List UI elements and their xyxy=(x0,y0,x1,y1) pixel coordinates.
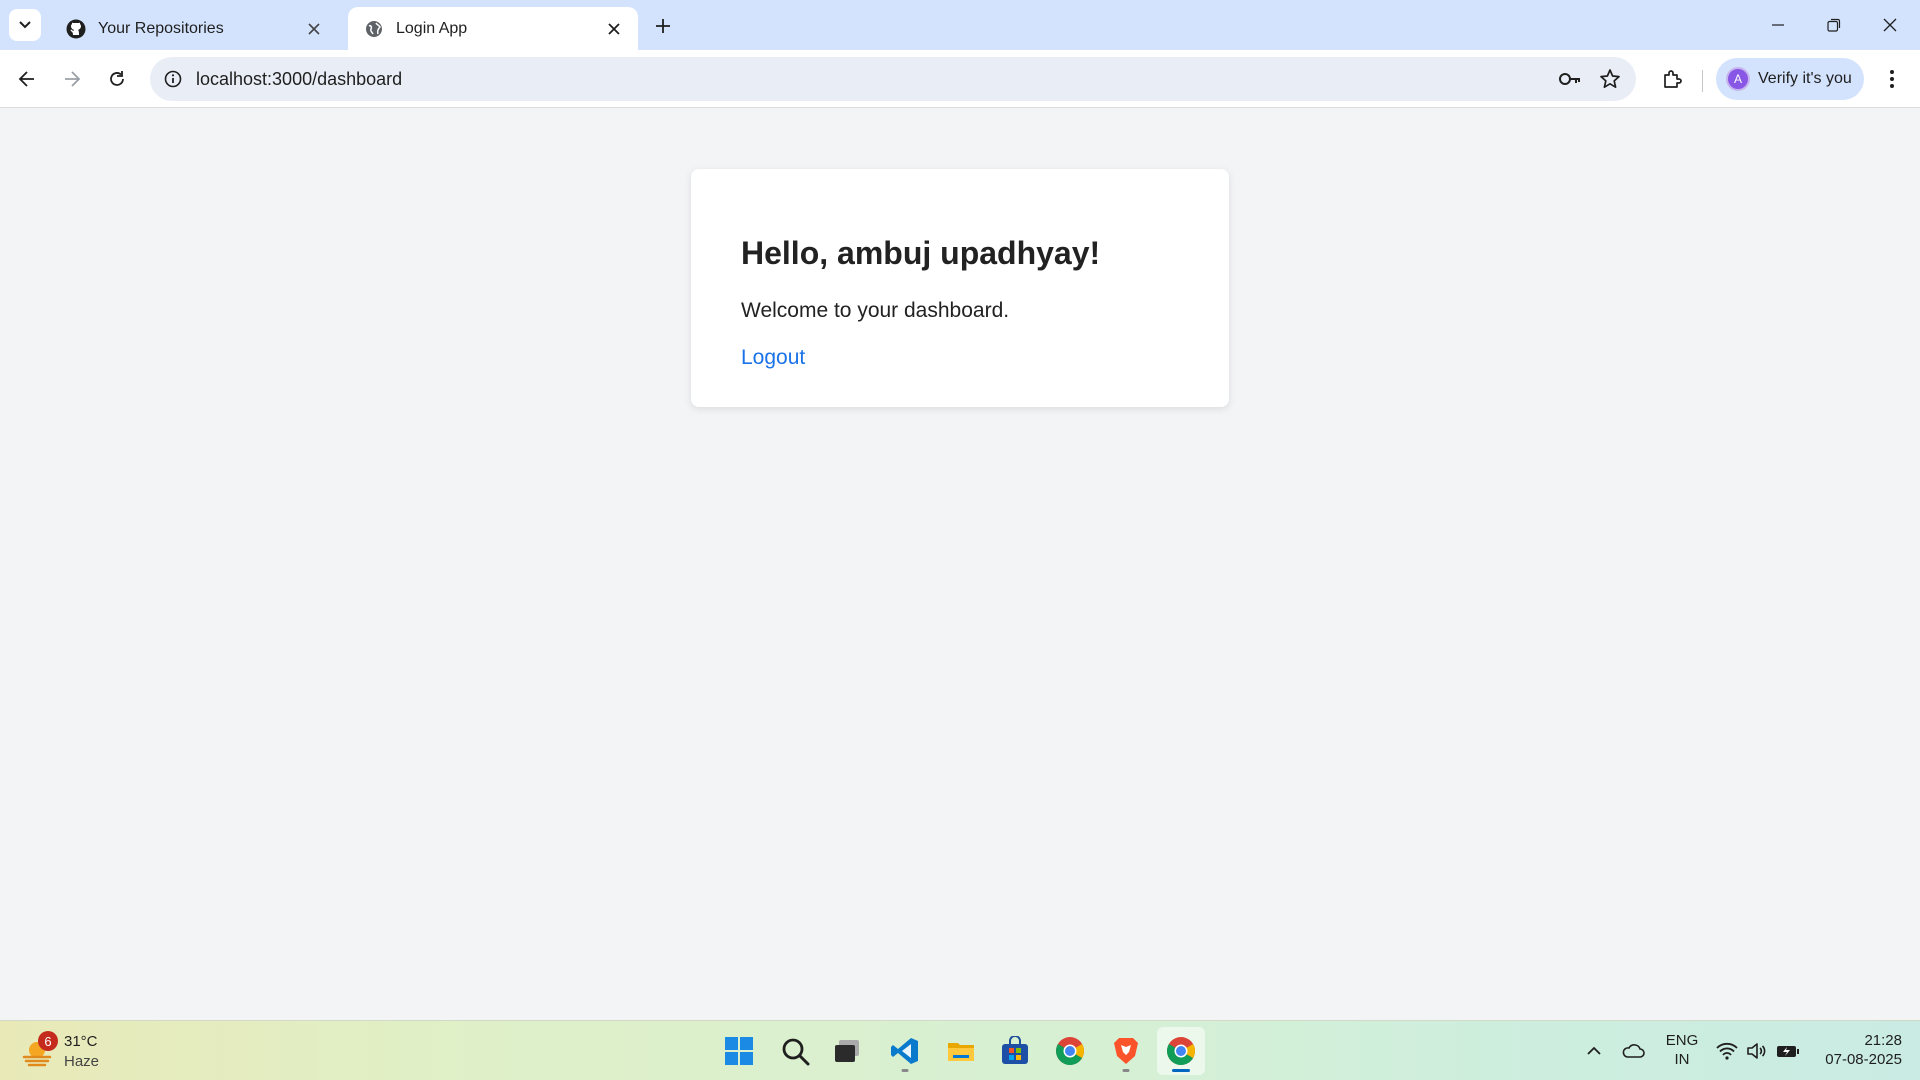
running-indicator xyxy=(1122,1069,1130,1072)
store-app[interactable] xyxy=(991,1027,1039,1075)
globe-icon xyxy=(364,19,384,39)
language-code: ENG xyxy=(1665,1032,1699,1049)
wifi-icon xyxy=(1716,1042,1738,1060)
back-button[interactable] xyxy=(11,63,43,95)
password-key-icon[interactable] xyxy=(1558,68,1582,90)
chevron-up-icon xyxy=(1587,1046,1601,1055)
volume-button[interactable] xyxy=(1744,1037,1768,1065)
tab-strip: Your Repositories Login App xyxy=(0,0,1920,50)
dashboard-card: Hello, ambuj upadhyay! Welcome to your d… xyxy=(691,169,1229,407)
battery-button[interactable] xyxy=(1774,1037,1802,1065)
plus-icon xyxy=(656,19,670,33)
chrome-icon xyxy=(1056,1037,1084,1065)
wifi-button[interactable] xyxy=(1714,1037,1740,1065)
tab-your-repositories[interactable]: Your Repositories xyxy=(50,7,338,50)
language-indicator[interactable]: ENG IN xyxy=(1660,1031,1704,1069)
vscode-app[interactable] xyxy=(881,1027,929,1075)
close-icon xyxy=(1883,18,1897,32)
browser-menu-button[interactable] xyxy=(1876,63,1908,95)
restore-icon xyxy=(1827,18,1841,32)
speaker-icon xyxy=(1747,1043,1766,1059)
address-bar[interactable]: localhost:3000/dashboard xyxy=(150,57,1636,101)
minimize-icon xyxy=(1772,24,1784,26)
running-indicator xyxy=(901,1069,909,1072)
greeting-heading: Hello, ambuj upadhyay! xyxy=(741,235,1101,271)
close-icon[interactable] xyxy=(304,19,324,39)
battery-charging-icon xyxy=(1777,1046,1799,1057)
file-explorer-icon xyxy=(948,1043,974,1061)
url-text[interactable]: localhost:3000/dashboard xyxy=(196,69,402,90)
logout-link[interactable]: Logout xyxy=(741,346,805,370)
system-clock[interactable]: 21:28 07-08-2025 xyxy=(1812,1031,1902,1069)
tab-title: Login App xyxy=(396,19,468,37)
start-icon xyxy=(725,1037,753,1065)
weather-badge: 6 xyxy=(38,1031,58,1051)
tab-title: Your Repositories xyxy=(98,19,224,37)
close-icon[interactable] xyxy=(604,19,624,39)
chrome-icon xyxy=(1167,1037,1195,1065)
weather-temp: 31°C xyxy=(64,1033,98,1050)
cloud-icon xyxy=(1622,1044,1645,1058)
avatar: A xyxy=(1726,67,1750,91)
toolbar-divider xyxy=(1702,70,1703,92)
search-icon xyxy=(782,1038,810,1066)
github-icon xyxy=(66,19,86,39)
close-window-button[interactable] xyxy=(1862,0,1918,50)
profile-label: Verify it's you xyxy=(1758,70,1852,87)
chevron-down-icon xyxy=(19,21,31,29)
task-view-button[interactable] xyxy=(823,1027,871,1075)
weather-widget[interactable]: 6 31°C Haze xyxy=(22,1031,142,1073)
clock-date: 07-08-2025 xyxy=(1825,1051,1902,1068)
task-view-icon xyxy=(835,1040,859,1062)
brave-app[interactable] xyxy=(1102,1027,1150,1075)
site-info-icon[interactable] xyxy=(162,68,184,90)
reload-icon xyxy=(110,71,124,86)
extensions-button[interactable] xyxy=(1656,63,1688,95)
chrome-app-active[interactable] xyxy=(1157,1027,1205,1075)
start-button[interactable] xyxy=(715,1027,763,1075)
puzzle-icon xyxy=(1664,70,1682,88)
reload-button[interactable] xyxy=(101,63,133,95)
show-hidden-icons-button[interactable] xyxy=(1582,1037,1606,1065)
language-region: IN xyxy=(1674,1051,1690,1068)
taskbar-search-button[interactable] xyxy=(771,1027,819,1075)
vscode-icon xyxy=(891,1038,918,1064)
arrow-right-icon xyxy=(65,71,81,87)
tab-search-button[interactable] xyxy=(9,9,41,41)
onedrive-button[interactable] xyxy=(1618,1037,1648,1065)
kebab-menu-icon xyxy=(1890,70,1894,88)
welcome-text: Welcome to your dashboard. xyxy=(741,299,1010,322)
running-indicator xyxy=(1172,1069,1190,1072)
store-icon xyxy=(1002,1036,1028,1064)
new-tab-button[interactable] xyxy=(650,13,676,39)
profile-button[interactable]: A Verify it's you xyxy=(1716,58,1864,100)
arrow-left-icon xyxy=(18,71,34,87)
chrome-app[interactable] xyxy=(1046,1027,1094,1075)
clock-time: 21:28 xyxy=(1864,1032,1902,1049)
weather-condition: Haze xyxy=(64,1053,100,1070)
restore-button[interactable] xyxy=(1806,0,1862,50)
tab-login-app[interactable]: Login App xyxy=(348,7,638,50)
forward-button[interactable] xyxy=(56,63,88,95)
minimize-button[interactable] xyxy=(1750,0,1806,50)
browser-toolbar: localhost:3000/dashboard A Verify it's y… xyxy=(0,50,1920,108)
brave-icon xyxy=(1114,1038,1138,1064)
bookmark-star-icon[interactable] xyxy=(1598,67,1622,91)
file-explorer-app[interactable] xyxy=(937,1027,985,1075)
taskbar: 6 31°C Haze ENG IN 21:28 07-08-2025 xyxy=(0,1020,1920,1080)
